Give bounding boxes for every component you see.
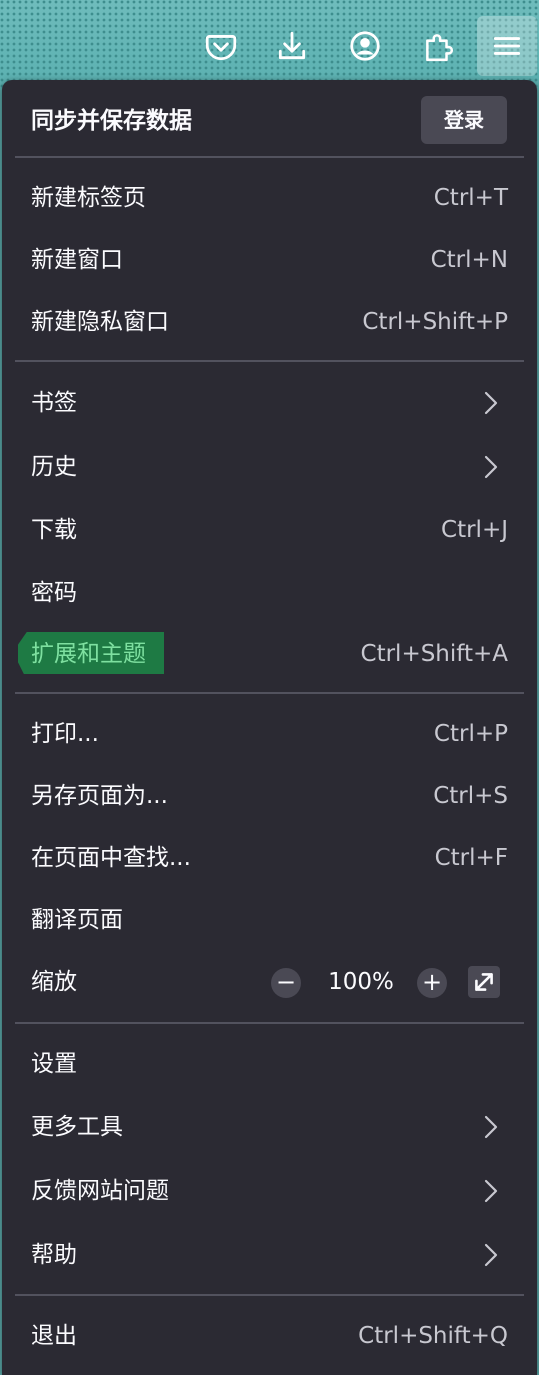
- menu-item-label: 密码: [31, 580, 77, 606]
- menu-item-shortcut: Ctrl+T: [433, 185, 508, 211]
- chevron-right-icon: [484, 1179, 498, 1203]
- downloads-button[interactable]: [262, 16, 322, 76]
- menu-item-label: 翻译页面: [31, 907, 123, 933]
- menu-item-label: 新建隐私窗口: [31, 309, 169, 335]
- menu-item-label: 帮助: [31, 1242, 77, 1268]
- menu-item-find-in-page[interactable]: 在页面中查找... Ctrl+F: [15, 829, 524, 887]
- app-menu-panel: 同步并保存数据 登录 新建标签页 Ctrl+T 新建窗口 Ctrl+N 新建隐私…: [2, 80, 537, 1375]
- menu-item-report-site-issue[interactable]: 反馈网站问题: [15, 1162, 524, 1220]
- menu-item-quit[interactable]: 退出 Ctrl+Shift+Q: [15, 1307, 524, 1365]
- extensions-icon: [426, 34, 454, 62]
- divider: [15, 1294, 524, 1296]
- fullscreen-icon: [475, 973, 493, 991]
- chevron-right-icon: [484, 391, 498, 415]
- menu-item-new-tab[interactable]: 新建标签页 Ctrl+T: [15, 169, 524, 227]
- menu-item-label: 书签: [31, 390, 77, 416]
- chevron-right-icon: [484, 455, 498, 479]
- menu-item-save-page[interactable]: 另存页面为... Ctrl+S: [15, 767, 524, 825]
- menu-item-shortcut: Ctrl+Shift+Q: [358, 1323, 508, 1349]
- menu-item-translate-page[interactable]: 翻译页面: [15, 891, 524, 949]
- menu-item-print[interactable]: 打印... Ctrl+P: [15, 705, 524, 763]
- menu-item-more-tools[interactable]: 更多工具: [15, 1098, 524, 1156]
- chevron-right-icon: [484, 1243, 498, 1267]
- divider: [15, 1022, 524, 1024]
- menu-item-label: 在页面中查找...: [31, 845, 191, 871]
- menu-item-shortcut: Ctrl+F: [434, 845, 508, 871]
- login-button[interactable]: 登录: [421, 96, 507, 144]
- menu-item-label: 另存页面为...: [31, 783, 168, 809]
- menu-item-label: 打印...: [31, 721, 99, 747]
- divider: [15, 156, 524, 158]
- account-button[interactable]: [335, 16, 395, 76]
- menu-item-shortcut: Ctrl+P: [433, 721, 508, 747]
- sync-section: 同步并保存数据 登录: [2, 80, 537, 158]
- account-icon: [350, 31, 380, 61]
- extensions-button[interactable]: [408, 16, 468, 76]
- menu-item-label: 下载: [31, 517, 77, 543]
- menu-item-label: 缩放: [31, 969, 77, 995]
- menu-item-help[interactable]: 帮助: [15, 1226, 524, 1284]
- menu-item-extensions-themes[interactable]: 扩展和主题 Ctrl+Shift+A: [15, 625, 524, 683]
- menu-item-label: 退出: [31, 1323, 77, 1349]
- divider: [15, 692, 524, 694]
- menu-item-zoom: 缩放 − 100% +: [15, 953, 524, 1011]
- menu-item-label: 新建窗口: [31, 247, 123, 273]
- download-icon: [278, 31, 306, 60]
- menu-item-label: 扩展和主题: [31, 641, 146, 667]
- menu-item-passwords[interactable]: 密码: [15, 564, 524, 622]
- menu-item-label: 设置: [31, 1051, 77, 1077]
- zoom-in-button[interactable]: +: [417, 968, 447, 998]
- chevron-right-icon: [484, 1115, 498, 1139]
- menu-item-shortcut: Ctrl+Shift+A: [360, 641, 508, 667]
- pocket-button[interactable]: [191, 16, 251, 76]
- sync-title: 同步并保存数据: [31, 108, 192, 134]
- divider: [15, 360, 524, 362]
- menu-item-label: 反馈网站问题: [31, 1178, 169, 1204]
- fullscreen-button[interactable]: [468, 966, 500, 998]
- menu-item-shortcut: Ctrl+S: [433, 783, 508, 809]
- menu-item-label: 历史: [31, 454, 77, 480]
- menu-item-downloads[interactable]: 下载 Ctrl+J: [15, 501, 524, 559]
- menu-item-new-private-window[interactable]: 新建隐私窗口 Ctrl+Shift+P: [15, 293, 524, 351]
- menu-item-shortcut: Ctrl+J: [441, 517, 508, 543]
- menu-item-history[interactable]: 历史: [15, 438, 524, 496]
- browser-toolbar: [0, 0, 539, 90]
- menu-item-label: 新建标签页: [31, 185, 146, 211]
- menu-item-label: 更多工具: [31, 1114, 123, 1140]
- menu-item-shortcut: Ctrl+Shift+P: [362, 309, 508, 335]
- menu-icon: [493, 37, 521, 55]
- zoom-out-button[interactable]: −: [271, 968, 301, 998]
- menu-item-bookmarks[interactable]: 书签: [15, 374, 524, 432]
- menu-item-new-window[interactable]: 新建窗口 Ctrl+N: [15, 231, 524, 289]
- menu-item-settings[interactable]: 设置: [15, 1035, 524, 1093]
- menu-item-shortcut: Ctrl+N: [430, 247, 508, 273]
- zoom-level[interactable]: 100%: [315, 967, 407, 997]
- pocket-icon: [205, 35, 237, 61]
- app-menu-button[interactable]: [477, 16, 537, 76]
